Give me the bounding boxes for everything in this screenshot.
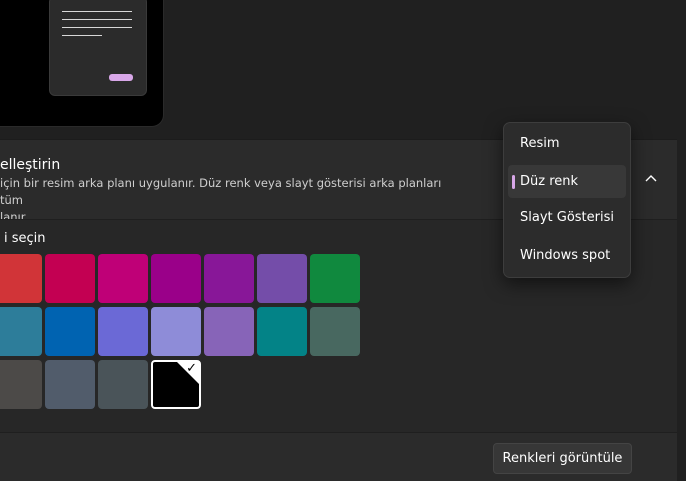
color-swatch[interactable] <box>98 307 148 356</box>
preview-text-line <box>62 35 102 36</box>
choose-color-label: i seçin <box>4 231 46 246</box>
color-swatch[interactable] <box>257 307 307 356</box>
preview-text-line <box>62 11 132 12</box>
color-swatch[interactable] <box>0 307 42 356</box>
preview-text-line <box>62 19 132 20</box>
color-swatch[interactable] <box>45 360 95 409</box>
card-title: elleştirin <box>0 157 61 173</box>
divider <box>0 432 677 433</box>
selection-indicator <box>512 175 515 189</box>
color-swatch[interactable] <box>151 307 201 356</box>
dropdown-option-picture[interactable]: Resim <box>508 127 626 160</box>
preview-text-line <box>62 27 132 28</box>
description-line: için bir resim arka planı uygulanır. Düz… <box>0 176 442 207</box>
color-swatch[interactable] <box>45 254 95 303</box>
chevron-up-icon[interactable] <box>642 170 660 188</box>
dropdown-option-windows-spotlight[interactable]: Windows spot <box>508 239 626 272</box>
checkmark-icon: ✓ <box>186 361 197 376</box>
color-swatch[interactable] <box>98 254 148 303</box>
option-label: Slayt Gösterisi <box>520 210 614 225</box>
option-label: Windows spot <box>520 248 611 263</box>
preview-accent-button <box>109 74 133 81</box>
view-colors-button[interactable]: Renkleri görüntüle <box>493 443 632 474</box>
color-swatch[interactable] <box>98 360 148 409</box>
option-label: Düz renk <box>520 174 579 189</box>
color-swatch[interactable] <box>0 254 42 303</box>
background-type-dropdown: Resim Düz renk Slayt Gösterisi Windows s… <box>503 122 631 278</box>
dropdown-option-slideshow[interactable]: Slayt Gösterisi <box>508 201 626 234</box>
color-swatch[interactable] <box>310 307 360 356</box>
dropdown-option-solid-color[interactable]: Düz renk <box>508 165 626 198</box>
preview-window <box>49 0 147 96</box>
color-swatch[interactable] <box>204 307 254 356</box>
color-swatch[interactable] <box>45 307 95 356</box>
color-swatch[interactable] <box>204 254 254 303</box>
color-swatch[interactable] <box>310 254 360 303</box>
color-swatch[interactable] <box>0 360 42 409</box>
color-swatch[interactable] <box>151 254 201 303</box>
color-swatch[interactable] <box>257 254 307 303</box>
option-label: Resim <box>520 136 560 151</box>
color-swatch[interactable]: ✓ <box>151 360 201 409</box>
